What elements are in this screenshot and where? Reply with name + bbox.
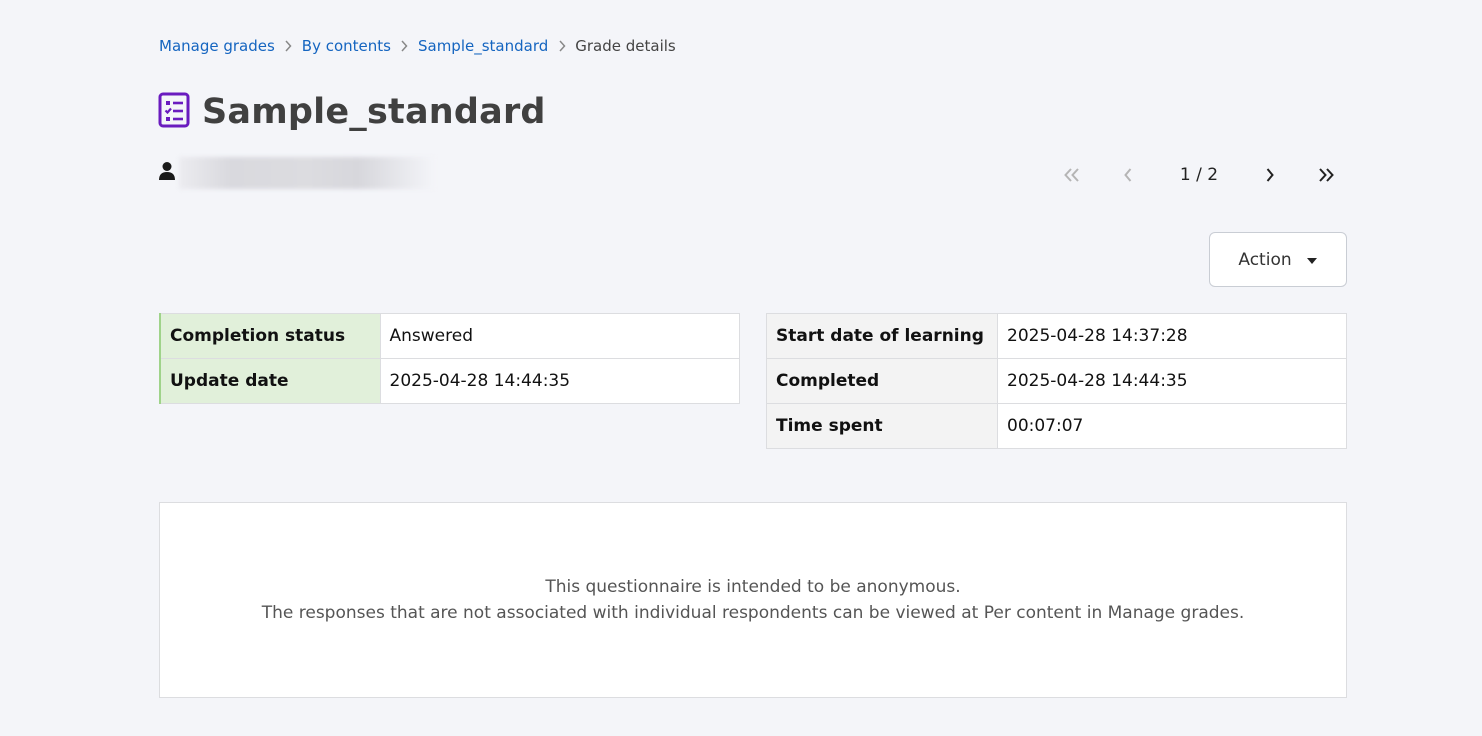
anonymous-notice: This questionnaire is intended to be ano… [159,502,1347,698]
chevron-right-icon [391,40,418,52]
chevron-right-icon [548,40,575,52]
update-date-label: Update date [159,358,381,404]
breadcrumb-by-contents[interactable]: By contents [302,37,391,55]
table-row: Update date 2025-04-28 14:44:35 [159,358,740,404]
breadcrumb-current: Grade details [575,37,676,55]
time-spent-label: Time spent [766,403,998,449]
page-indicator: 1 / 2 [1179,165,1219,185]
table-row: Completion status Answered [159,313,740,359]
start-date-label: Start date of learning [766,313,998,359]
notice-line-2: The responses that are not associated wi… [261,603,1245,623]
breadcrumb-manage-grades[interactable]: Manage grades [159,37,275,55]
respondent-name-redacted [179,157,435,189]
last-page-icon[interactable] [1302,158,1350,192]
breadcrumb: Manage grades By contents Sample_standar… [159,37,676,55]
start-date-value: 2025-04-28 14:37:28 [997,313,1347,359]
completed-label: Completed [766,358,998,404]
grade-details-page: Manage grades By contents Sample_standar… [0,0,1482,736]
first-page-icon[interactable] [1048,158,1096,192]
action-dropdown-button[interactable]: Action [1209,232,1347,287]
time-spent-value: 00:07:07 [997,403,1347,449]
breadcrumb-sample-standard[interactable]: Sample_standard [418,37,548,55]
chevron-right-icon [275,40,302,52]
action-button-label: Action [1238,249,1292,270]
completion-status-value: Answered [379,313,740,359]
pagination: 1 / 2 [1048,158,1350,192]
learning-time-table: Start date of learning 2025-04-28 14:37:… [766,313,1347,449]
respondent-info [158,157,435,189]
caret-down-icon [1306,250,1318,270]
questionnaire-icon [158,92,202,132]
user-icon [158,161,176,185]
page-header: Sample_standard [158,92,546,132]
notice-line-1: This questionnaire is intended to be ano… [545,577,961,597]
completed-value: 2025-04-28 14:44:35 [997,358,1347,404]
completion-status-label: Completion status [159,313,381,359]
page-title: Sample_standard [202,92,546,132]
update-date-value: 2025-04-28 14:44:35 [379,358,740,404]
table-row: Completed 2025-04-28 14:44:35 [766,358,1347,404]
table-row: Time spent 00:07:07 [766,403,1347,449]
next-page-icon[interactable] [1246,158,1294,192]
previous-page-icon[interactable] [1104,158,1152,192]
completion-status-table: Completion status Answered Update date 2… [159,313,740,404]
table-row: Start date of learning 2025-04-28 14:37:… [766,313,1347,359]
